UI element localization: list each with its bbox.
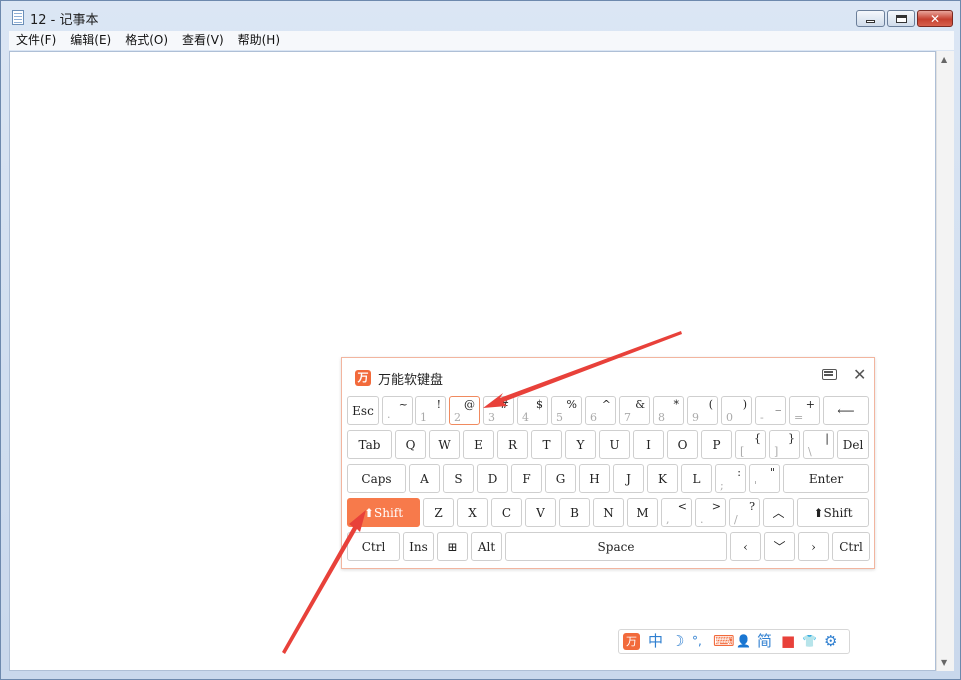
video-icon[interactable]: ■ [781,633,795,650]
arrow-to-shift [282,510,366,654]
moon-icon[interactable]: ☽ [671,633,684,650]
user-icon[interactable]: 👤 [736,633,751,650]
annotation-arrows [282,331,682,654]
simplified-chinese-toggle[interactable]: 简 [757,633,772,650]
ime-logo-icon[interactable]: 万 [623,633,640,650]
skin-icon[interactable]: 👕 [802,633,817,650]
arrow-to-key-2 [483,331,682,408]
punctuation-icon[interactable]: °, [692,633,702,650]
ime-toolbar: 万 中 ☽ °, ⌨ 👤 简 ■ 👕 ⚙ [618,629,850,654]
soft-keyboard-icon[interactable]: ⌨ [713,633,735,650]
settings-gear-icon[interactable]: ⚙ [824,633,837,650]
ime-chinese-mode[interactable]: 中 [648,633,663,650]
